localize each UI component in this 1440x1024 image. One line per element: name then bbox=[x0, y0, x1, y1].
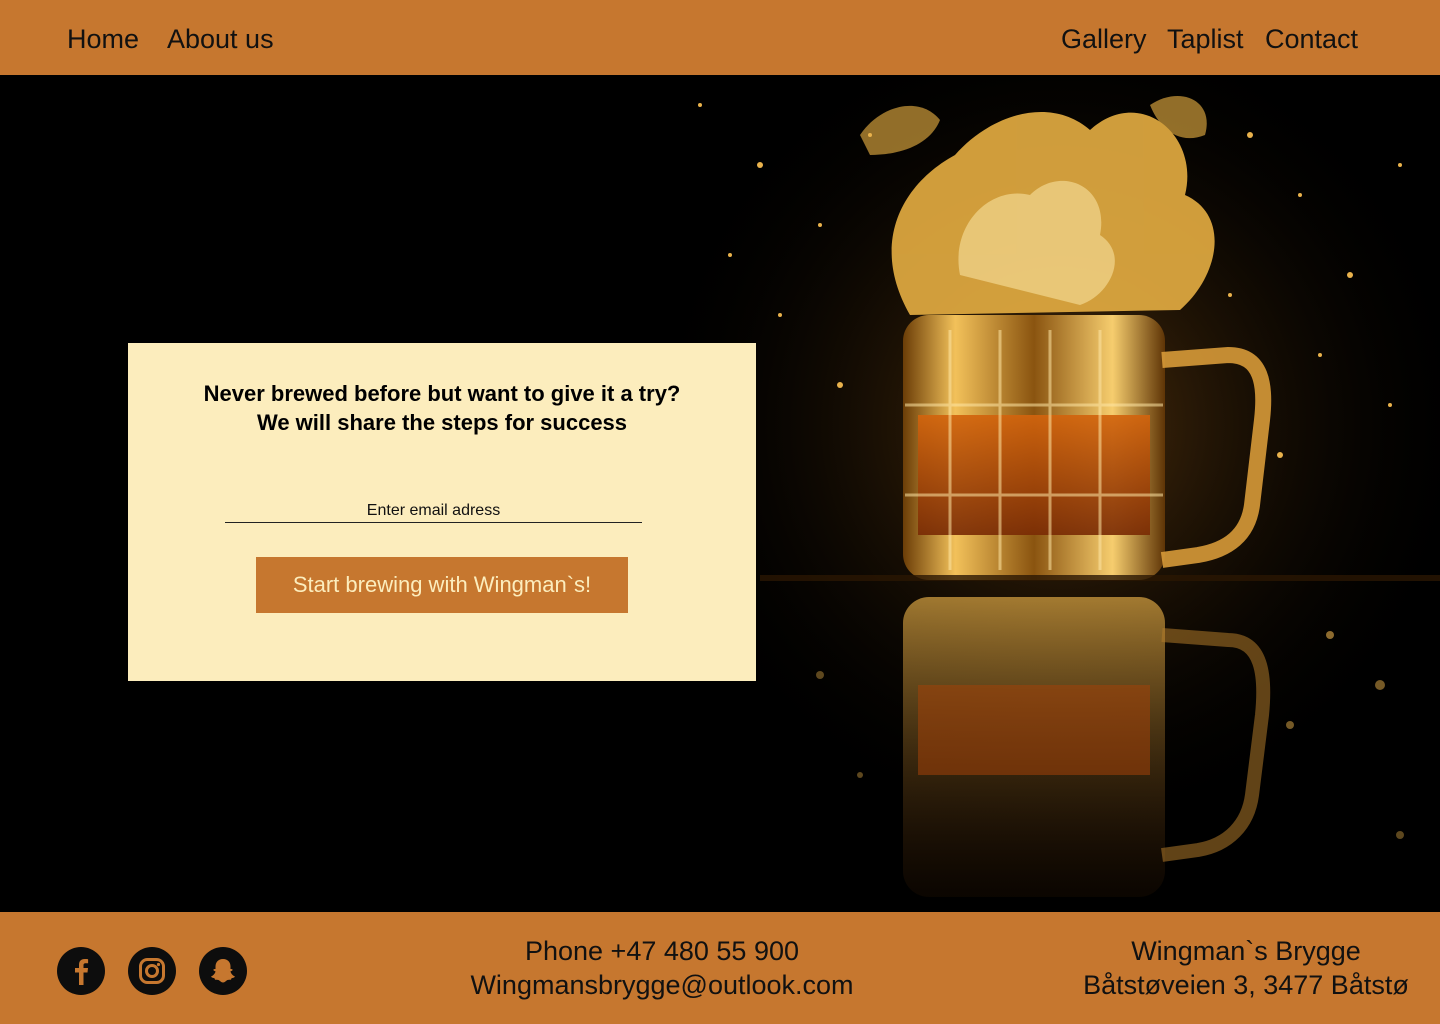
signup-heading-line2: We will share the steps for success bbox=[256, 410, 628, 435]
facebook-icon[interactable] bbox=[57, 947, 105, 995]
nav-contact[interactable]: Contact bbox=[1265, 22, 1358, 56]
signup-card: Never brewed before but want to give it … bbox=[128, 343, 756, 681]
footer-contact: Phone +47 480 55 900 Wingmansbrygge@outl… bbox=[412, 934, 912, 1002]
email-input[interactable] bbox=[225, 499, 642, 523]
signup-heading-line1: Never brewed before but want to give it … bbox=[203, 381, 681, 406]
nav-about-us[interactable]: About us bbox=[167, 22, 274, 56]
footer-phone[interactable]: Phone +47 480 55 900 bbox=[412, 934, 912, 968]
nav-taplist[interactable]: Taplist bbox=[1167, 22, 1244, 56]
footer-address: Wingman`s Brygge Båtstøveien 3, 3477 Båt… bbox=[1068, 934, 1424, 1002]
footer-email[interactable]: Wingmansbrygge@outlook.com bbox=[412, 968, 912, 1002]
signup-heading: Never brewed before but want to give it … bbox=[128, 379, 756, 437]
snapchat-icon[interactable] bbox=[199, 947, 247, 995]
site-footer: Phone +47 480 55 900 Wingmansbrygge@outl… bbox=[0, 912, 1440, 1024]
footer-street-address: Båtstøveien 3, 3477 Båtstø bbox=[1083, 970, 1409, 1000]
footer-company-name: Wingman`s Brygge bbox=[1131, 936, 1361, 966]
instagram-icon[interactable] bbox=[128, 947, 176, 995]
nav-home[interactable]: Home bbox=[67, 22, 139, 56]
site-header: Home About us Gallery Taplist Contact bbox=[0, 0, 1440, 75]
start-brewing-button[interactable]: Start brewing with Wingman`s! bbox=[256, 557, 628, 613]
nav-gallery[interactable]: Gallery bbox=[1061, 22, 1147, 56]
